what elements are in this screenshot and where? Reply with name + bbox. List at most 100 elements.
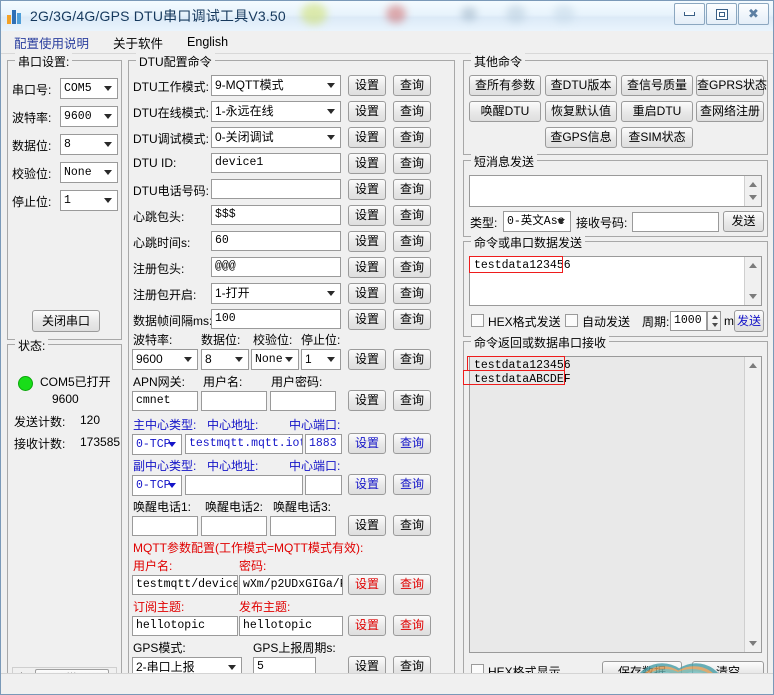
set-button-dtu-phone[interactable]: 设置 bbox=[348, 179, 386, 200]
sms-send-button[interactable]: 发送 bbox=[723, 211, 764, 232]
spinner-down-icon[interactable] bbox=[712, 323, 718, 327]
hex-send-checkbox[interactable] bbox=[471, 314, 484, 327]
wake-phone2-input[interactable] bbox=[201, 516, 267, 536]
stop-bits-select[interactable]: 1 bbox=[60, 190, 118, 211]
scroll-up-icon[interactable] bbox=[749, 263, 757, 268]
set-button-heartbeat-header[interactable]: 设置 bbox=[348, 205, 386, 226]
serial-port-select[interactable]: COM5 bbox=[60, 78, 118, 99]
receive-scrollbar[interactable] bbox=[744, 357, 761, 652]
set-button-uart[interactable]: 设置 bbox=[348, 349, 386, 370]
query-network-registration-button[interactable]: 查网络注册 bbox=[696, 101, 764, 122]
query-button-heartbeat-interval[interactable]: 查询 bbox=[393, 231, 431, 252]
query-all-params-button[interactable]: 查所有参数 bbox=[469, 75, 541, 96]
set-button-online-mode[interactable]: 设置 bbox=[348, 101, 386, 122]
set-button-debug-mode[interactable]: 设置 bbox=[348, 127, 386, 148]
close-icon[interactable]: ✖ bbox=[738, 3, 769, 25]
set-button-dtu-id[interactable]: 设置 bbox=[348, 153, 386, 174]
send-period-spinner[interactable] bbox=[707, 311, 721, 331]
query-button-wake-phones[interactable]: 查询 bbox=[393, 515, 431, 536]
query-button-work-mode[interactable]: 查询 bbox=[393, 75, 431, 96]
query-sim-status-button[interactable]: 查SIM状态 bbox=[621, 127, 693, 148]
apn-user-input[interactable] bbox=[201, 391, 267, 411]
sms-number-input[interactable] bbox=[632, 212, 719, 232]
set-button-register-enable[interactable]: 设置 bbox=[348, 283, 386, 304]
send-button[interactable]: 发送 bbox=[734, 310, 764, 332]
heartbeat-header-input[interactable]: $$$ bbox=[211, 205, 341, 225]
query-button-mqtt-topics[interactable]: 查询 bbox=[393, 615, 431, 636]
dtu-work-mode-select[interactable]: 9-MQTT模式 bbox=[211, 75, 341, 96]
sms-type-select[interactable]: 0-英文Asc bbox=[503, 211, 571, 232]
minimize-icon[interactable] bbox=[674, 3, 705, 25]
query-gprs-status-button[interactable]: 查GPRS状态 bbox=[696, 75, 767, 96]
receive-data-textarea[interactable]: testdata123456 testdataABCDEF bbox=[469, 356, 762, 653]
set-button-register-header[interactable]: 设置 bbox=[348, 257, 386, 278]
set-button-heartbeat-interval[interactable]: 设置 bbox=[348, 231, 386, 252]
main-center-address-input[interactable]: testmqtt.mqtt.iot.bj bbox=[185, 434, 303, 454]
set-button-main-center[interactable]: 设置 bbox=[348, 433, 386, 454]
baud-rate-select[interactable]: 9600 bbox=[60, 106, 118, 127]
scroll-down-icon[interactable] bbox=[749, 641, 757, 646]
query-signal-quality-button[interactable]: 查信号质量 bbox=[621, 75, 693, 96]
uart-stopbits-select[interactable]: 1 bbox=[301, 349, 341, 370]
dtu-debug-mode-select[interactable]: 0-关闭调试 bbox=[211, 127, 341, 148]
wake-phone1-input[interactable] bbox=[132, 516, 198, 536]
scroll-down-icon[interactable] bbox=[749, 294, 757, 299]
scroll-up-icon[interactable] bbox=[749, 363, 757, 368]
set-button-apn[interactable]: 设置 bbox=[348, 390, 386, 411]
close-port-button[interactable]: 关闭串口 bbox=[32, 310, 100, 332]
query-dtu-version-button[interactable]: 查DTU版本 bbox=[545, 75, 617, 96]
query-button-mqtt-auth[interactable]: 查询 bbox=[393, 574, 431, 595]
query-button-dtu-id[interactable]: 查询 bbox=[393, 153, 431, 174]
dtu-id-input[interactable]: device1 bbox=[211, 153, 341, 173]
query-button-frame-interval[interactable]: 查询 bbox=[393, 309, 431, 330]
set-button-frame-interval[interactable]: 设置 bbox=[348, 309, 386, 330]
query-button-debug-mode[interactable]: 查询 bbox=[393, 127, 431, 148]
query-gps-info-button[interactable]: 查GPS信息 bbox=[545, 127, 617, 148]
main-center-type-select[interactable]: 0-TCP bbox=[132, 434, 182, 455]
sub-center-port-input[interactable] bbox=[305, 475, 342, 495]
heartbeat-interval-input[interactable]: 60 bbox=[211, 231, 341, 251]
apn-gateway-input[interactable]: cmnet bbox=[132, 391, 198, 411]
restore-defaults-button[interactable]: 恢复默认值 bbox=[545, 101, 617, 122]
set-button-work-mode[interactable]: 设置 bbox=[348, 75, 386, 96]
menu-item-instructions[interactable]: 配置使用说明 bbox=[11, 31, 92, 54]
set-button-mqtt-topics[interactable]: 设置 bbox=[348, 615, 386, 636]
query-button-register-enable[interactable]: 查询 bbox=[393, 283, 431, 304]
mqtt-user-input[interactable]: testmqtt/device1 bbox=[132, 575, 238, 595]
query-button-register-header[interactable]: 查询 bbox=[393, 257, 431, 278]
frame-interval-input[interactable]: 100 bbox=[211, 309, 341, 329]
wake-phone3-input[interactable] bbox=[270, 516, 336, 536]
data-bits-select[interactable]: 8 bbox=[60, 134, 118, 155]
query-button-apn[interactable]: 查询 bbox=[393, 390, 431, 411]
query-button-uart[interactable]: 查询 bbox=[393, 349, 431, 370]
restart-dtu-button[interactable]: 重启DTU bbox=[621, 101, 693, 122]
query-button-sub-center[interactable]: 查询 bbox=[393, 474, 431, 495]
set-button-sub-center[interactable]: 设置 bbox=[348, 474, 386, 495]
wake-dtu-button[interactable]: 唤醒DTU bbox=[469, 101, 541, 122]
query-button-heartbeat-header[interactable]: 查询 bbox=[393, 205, 431, 226]
parity-select[interactable]: None bbox=[60, 162, 118, 183]
sms-message-textarea[interactable] bbox=[469, 175, 762, 207]
sub-center-address-input[interactable] bbox=[185, 475, 303, 495]
sub-center-type-select[interactable]: 0-TCP bbox=[132, 475, 182, 496]
uart-baud-select[interactable]: 9600 bbox=[132, 349, 198, 370]
register-header-input[interactable]: @@@ bbox=[211, 257, 341, 277]
send-data-textarea[interactable]: testdata123456 bbox=[469, 256, 762, 306]
maximize-icon[interactable] bbox=[706, 3, 737, 25]
query-button-online-mode[interactable]: 查询 bbox=[393, 101, 431, 122]
send-scrollbar[interactable] bbox=[744, 257, 761, 305]
mqtt-pub-topic-input[interactable]: hellotopic bbox=[239, 616, 343, 636]
set-button-mqtt-auth[interactable]: 设置 bbox=[348, 574, 386, 595]
spinner-up-icon[interactable] bbox=[712, 315, 718, 319]
sms-scrollbar[interactable] bbox=[744, 176, 761, 206]
scroll-up-icon[interactable] bbox=[749, 182, 757, 187]
register-enable-select[interactable]: 1-打开 bbox=[211, 283, 341, 304]
main-center-port-input[interactable]: 1883 bbox=[305, 434, 342, 454]
menu-item-about[interactable]: 关于软件 bbox=[110, 31, 166, 54]
mqtt-sub-topic-input[interactable]: hellotopic bbox=[132, 616, 238, 636]
auto-send-checkbox[interactable] bbox=[565, 314, 578, 327]
mqtt-password-input[interactable]: wXm/p2UDxGIGa/Fgw bbox=[239, 575, 343, 595]
query-button-dtu-phone[interactable]: 查询 bbox=[393, 179, 431, 200]
set-button-wake-phones[interactable]: 设置 bbox=[348, 515, 386, 536]
uart-parity-select[interactable]: None bbox=[251, 349, 299, 370]
